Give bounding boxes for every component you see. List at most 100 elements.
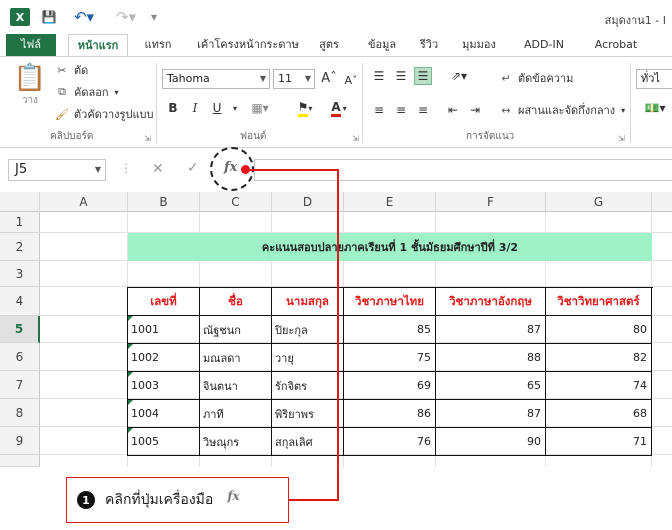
format-painter-button[interactable]: 🖌 ตัวคัดวางรูปแบบ: [54, 105, 153, 123]
column-header[interactable]: [652, 192, 672, 212]
table-cell[interactable]: วิษณุกร: [200, 428, 272, 456]
tab-formulas[interactable]: สูตร: [312, 34, 346, 56]
increase-indent-icon[interactable]: ⇥: [466, 101, 484, 119]
paste-button[interactable]: 📋 วาง: [12, 63, 48, 113]
bold-button[interactable]: B: [164, 99, 182, 117]
redo-icon[interactable]: ↷▾: [112, 8, 140, 26]
table-cell[interactable]: 1004: [128, 400, 200, 428]
table-header-cell[interactable]: วิชาภาษาไทย: [344, 288, 436, 316]
table-cell[interactable]: พิริยาพร: [272, 400, 344, 428]
cancel-icon[interactable]: ✕: [152, 161, 164, 177]
table-cell[interactable]: 1001: [128, 316, 200, 344]
tab-acrobat[interactable]: Acrobat: [586, 34, 646, 56]
decrease-indent-icon[interactable]: ⇤: [444, 101, 462, 119]
enter-icon[interactable]: ✓: [187, 160, 199, 176]
table-cell[interactable]: 65: [436, 372, 546, 400]
fill-color-button[interactable]: ⚑ ▾: [292, 99, 318, 117]
wrap-text-button[interactable]: ↵ ตัดข้อความ: [498, 69, 573, 87]
tab-view[interactable]: มุมมอง: [456, 34, 502, 56]
table-cell[interactable]: ภาที: [200, 400, 272, 428]
table-header-cell[interactable]: นามสกุล: [272, 288, 344, 316]
table-cell[interactable]: 76: [344, 428, 436, 456]
table-header-cell[interactable]: วิชาวิทยาศาสตร์: [546, 288, 652, 316]
table-cell[interactable]: วายุ: [272, 344, 344, 372]
table-cell[interactable]: รักจิตร: [272, 372, 344, 400]
table-cell[interactable]: 75: [344, 344, 436, 372]
underline-dropdown-icon[interactable]: ▾: [226, 99, 244, 117]
table-cell[interactable]: 74: [546, 372, 652, 400]
align-center-icon[interactable]: ≡: [392, 101, 410, 119]
row-header[interactable]: 4: [0, 287, 40, 316]
sheet-title-banner[interactable]: คะแนนสอบปลายภาคเรียนที่ 1 ชั้นมัธยมศึกษา…: [128, 233, 652, 261]
row-header[interactable]: 7: [0, 371, 40, 399]
align-middle-icon[interactable]: ☰: [392, 67, 410, 85]
column-header[interactable]: A: [40, 192, 128, 212]
table-cell[interactable]: 1002: [128, 344, 200, 372]
font-size-combo[interactable]: 11 ▼: [273, 69, 315, 89]
row-header[interactable]: 1: [0, 212, 40, 233]
table-cell[interactable]: จินตนา: [200, 372, 272, 400]
select-all-corner[interactable]: [0, 192, 40, 212]
save-icon[interactable]: 💾: [40, 8, 58, 26]
table-cell[interactable]: 69: [344, 372, 436, 400]
name-box[interactable]: J5 ▼: [8, 159, 106, 181]
table-cell[interactable]: ปิยะกุล: [272, 316, 344, 344]
customize-toolbar-icon[interactable]: ▾: [148, 8, 160, 26]
clipboard-launcher-icon[interactable]: ⇲: [144, 134, 151, 143]
row-header[interactable]: 3: [0, 261, 40, 287]
table-cell[interactable]: 86: [344, 400, 436, 428]
row-header[interactable]: 9: [0, 427, 40, 455]
column-header[interactable]: C: [200, 192, 272, 212]
column-header[interactable]: B: [128, 192, 200, 212]
cut-button[interactable]: ✂ ตัด: [54, 61, 88, 79]
table-header-cell[interactable]: เลขที่: [128, 288, 200, 316]
font-name-combo[interactable]: Tahoma ▼: [162, 69, 270, 89]
row-header[interactable]: 8: [0, 399, 40, 427]
borders-button[interactable]: ▦▾: [248, 99, 272, 117]
font-color-button[interactable]: A ▾: [324, 99, 354, 117]
table-cell[interactable]: 71: [546, 428, 652, 456]
table-cell[interactable]: 82: [546, 344, 652, 372]
table-cell[interactable]: 68: [546, 400, 652, 428]
column-header[interactable]: F: [436, 192, 546, 212]
table-header-cell[interactable]: ชื่อ: [200, 288, 272, 316]
align-left-icon[interactable]: ≡: [370, 101, 388, 119]
undo-icon[interactable]: ↶▾: [70, 8, 98, 26]
table-cell[interactable]: 80: [546, 316, 652, 344]
table-cell[interactable]: 85: [344, 316, 436, 344]
tab-file[interactable]: ไฟล์: [6, 34, 56, 56]
table-cell[interactable]: มณลดา: [200, 344, 272, 372]
underline-button[interactable]: U: [208, 99, 226, 117]
tab-page-layout[interactable]: เค้าโครงหน้ากระดาษ: [196, 34, 300, 56]
alignment-launcher-icon[interactable]: ⇲: [618, 134, 625, 143]
number-format-combo[interactable]: ทั่วไ: [636, 69, 672, 89]
align-right-icon[interactable]: ≡: [414, 101, 432, 119]
table-cell[interactable]: 1005: [128, 428, 200, 456]
table-cell[interactable]: 87: [436, 400, 546, 428]
table-cell[interactable]: 1003: [128, 372, 200, 400]
formula-bar-grip-icon[interactable]: ⋮: [120, 161, 132, 175]
column-header[interactable]: G: [546, 192, 652, 212]
column-header[interactable]: D: [272, 192, 344, 212]
tab-home[interactable]: หน้าแรก: [68, 34, 128, 56]
row-header[interactable]: 6: [0, 343, 40, 371]
table-header-cell[interactable]: วิชาภาษาอังกฤษ: [436, 288, 546, 316]
orientation-icon[interactable]: ⇗▾: [446, 67, 472, 85]
align-bottom-icon[interactable]: ☰: [414, 67, 432, 85]
tab-review[interactable]: รีวิว: [414, 34, 444, 56]
tab-insert[interactable]: แทรก: [138, 34, 178, 56]
column-header[interactable]: E: [344, 192, 436, 212]
table-cell[interactable]: สกุลเลิศ: [272, 428, 344, 456]
table-cell[interactable]: 87: [436, 316, 546, 344]
shrink-font-button[interactable]: Aˇ: [342, 71, 360, 89]
table-cell[interactable]: 88: [436, 344, 546, 372]
table-cell[interactable]: 90: [436, 428, 546, 456]
table-cell[interactable]: ณัฐชนก: [200, 316, 272, 344]
align-top-icon[interactable]: ☰: [370, 67, 388, 85]
tab-addin[interactable]: ADD-IN: [516, 34, 572, 56]
row-header[interactable]: 2: [0, 233, 40, 261]
row-header[interactable]: [0, 455, 40, 467]
font-launcher-icon[interactable]: ⇲: [352, 134, 359, 143]
merge-center-button[interactable]: ↔ ผสานและจัดกึ่งกลาง ▾: [498, 101, 625, 119]
grow-font-button[interactable]: Aˆ: [320, 69, 338, 87]
